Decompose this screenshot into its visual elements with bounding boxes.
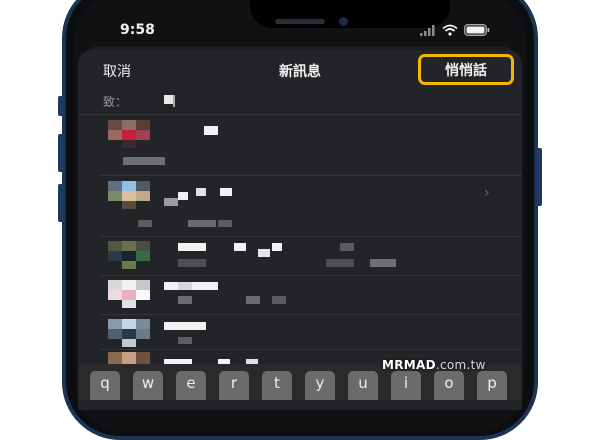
- key-i[interactable]: i: [391, 371, 421, 400]
- key-o[interactable]: o: [434, 371, 464, 400]
- contact-name-blurred: [178, 243, 206, 251]
- key-p[interactable]: p: [477, 371, 507, 400]
- chevron-right-icon: ›: [484, 185, 490, 201]
- contact-name-blurred: [204, 126, 218, 135]
- volume-up-button: [58, 134, 64, 172]
- battery-icon: [464, 24, 490, 36]
- contact-name-blurred: [164, 322, 206, 330]
- whisper-button[interactable]: 悄悄話: [418, 54, 514, 85]
- key-w[interactable]: w: [133, 371, 163, 400]
- text-cursor: [173, 95, 175, 107]
- wifi-icon: [442, 24, 458, 36]
- watermark: MRMAD.com.tw: [382, 358, 486, 372]
- key-t[interactable]: t: [262, 371, 292, 400]
- contact-detail-blurred: [138, 220, 152, 227]
- key-r[interactable]: r: [219, 371, 249, 400]
- status-time: 9:58: [120, 22, 155, 38]
- volume-down-button: [58, 184, 64, 222]
- key-y[interactable]: y: [305, 371, 335, 400]
- status-icons: [420, 21, 490, 39]
- cellular-signal-icon: [420, 24, 435, 36]
- contact-row[interactable]: [78, 176, 522, 236]
- contact-avatar: [108, 181, 152, 213]
- contact-avatar: [108, 120, 152, 152]
- contact-detail-blurred: [178, 337, 192, 344]
- watermark-brand: MRMAD: [382, 358, 436, 372]
- key-q[interactable]: q: [90, 371, 120, 400]
- recipient-field[interactable]: [78, 90, 522, 115]
- key-u[interactable]: u: [348, 371, 378, 400]
- watermark-domain: .com.tw: [435, 358, 486, 372]
- contact-avatar: [108, 280, 152, 312]
- contact-detail-blurred: [178, 296, 192, 304]
- mute-switch: [58, 96, 64, 116]
- contact-row[interactable]: [78, 115, 522, 175]
- contact-avatar: [108, 241, 152, 273]
- contact-name-blurred: [178, 192, 188, 200]
- contact-row[interactable]: [78, 315, 522, 349]
- contact-row[interactable]: [78, 237, 522, 275]
- contact-avatar: [108, 319, 152, 351]
- contact-name-blurred: [164, 282, 178, 290]
- contact-row[interactable]: [78, 276, 522, 314]
- front-camera: [339, 17, 348, 26]
- earpiece-speaker: [275, 19, 325, 24]
- contact-detail-blurred: [178, 259, 206, 267]
- recipient-label: 致：: [103, 95, 128, 109]
- power-button: [536, 148, 542, 206]
- key-e[interactable]: e: [176, 371, 206, 400]
- contact-avatar: [108, 352, 152, 364]
- contact-detail-blurred: [123, 157, 165, 165]
